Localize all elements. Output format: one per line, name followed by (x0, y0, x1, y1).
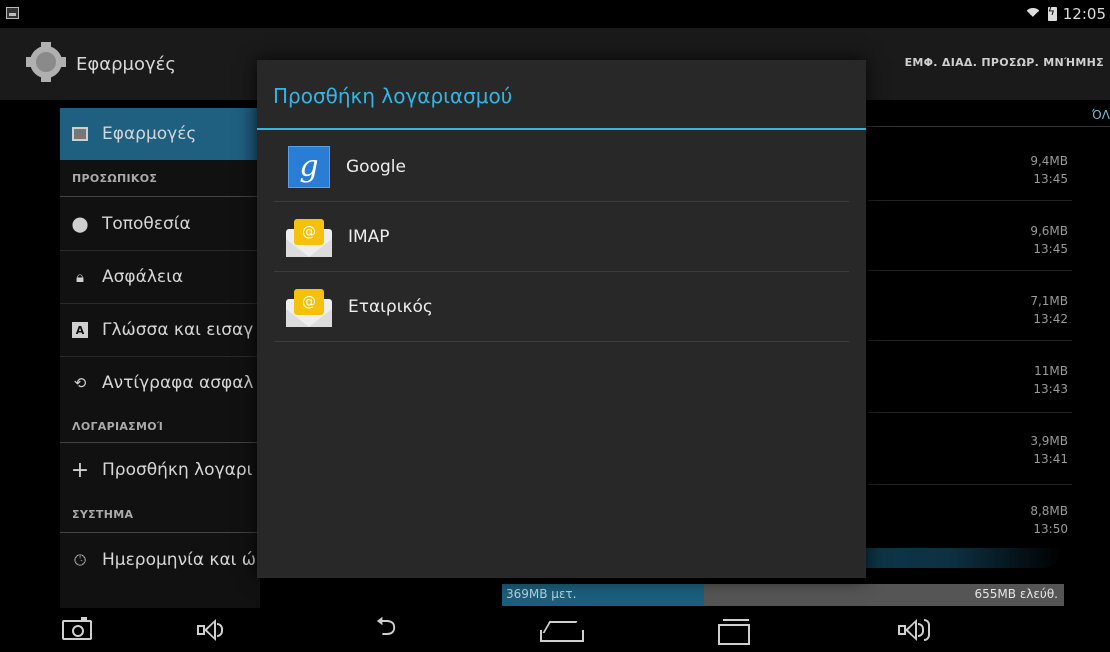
action-bar-tabs[interactable]: ΕΜΦ. ΔΙΑΔ. ΠΡΟΣΩΡ. ΜΝΉΜΗΣ (905, 56, 1104, 69)
dialog-title: Προσθήκη λογαριασμού (273, 84, 513, 108)
app-row-size: 9,6MB 13:45 (1030, 224, 1068, 256)
lock-icon: 🔒︎ (76, 268, 84, 286)
divider (868, 200, 1072, 201)
keyboard-letter-icon: A (72, 322, 88, 338)
volume-up-icon[interactable] (892, 614, 932, 646)
header-item-label: Εφαρμογές (102, 124, 197, 144)
section-divider (60, 532, 260, 533)
account-option-label: IMAP (348, 227, 390, 247)
home-icon[interactable] (538, 614, 584, 646)
divider (60, 250, 260, 251)
status-bar-right: 12:05 (1023, 5, 1106, 23)
account-option-label: Google (346, 157, 406, 177)
add-account-dialog: Προσθήκη λογαριασμού g Google @ IMAP @ Ε… (257, 60, 866, 578)
header-item-apps[interactable]: Εφαρμογές (60, 108, 260, 160)
volume-down-icon[interactable] (194, 614, 228, 646)
header-item-label: Προσθήκη λογαρι (102, 460, 253, 480)
status-bar: 12:05 (0, 0, 1110, 28)
app-row-size: 9,4MB 13:45 (1030, 154, 1068, 186)
tab-all[interactable]: ΌΛ (1092, 108, 1110, 122)
header-item-datetime[interactable]: 🕓︎ Ημερομηνία και ώ (60, 536, 260, 584)
settings-gear-icon[interactable] (26, 42, 66, 82)
storage-free-label: 655MB ελεύθ. (974, 587, 1058, 601)
clock-icon: 🕓︎ (74, 551, 86, 569)
account-option-label: Εταιρικός (348, 297, 433, 317)
backup-restore-icon: ⟲ (73, 374, 87, 392)
section-accounts: ΛΟΓΑΡΙΑΣΜΟΊ (72, 420, 164, 433)
tab-underline (862, 126, 1110, 127)
storage-used-label: 369MB μετ. (506, 587, 577, 601)
header-item-label: Τοποθεσία (102, 214, 191, 234)
header-item-label: Ημερομηνία και ώ (102, 550, 257, 570)
divider (868, 340, 1072, 341)
header-item-location[interactable]: ⬤ Τοποθεσία (60, 200, 260, 248)
header-item-backup[interactable]: ⟲ Αντίγραφα ασφαλ (60, 358, 260, 408)
email-icon: @ (286, 217, 332, 257)
header-item-security[interactable]: 🔒︎ Ασφάλεια (60, 252, 260, 302)
header-item-add-account[interactable]: + Προσθήκη λογαρι (60, 444, 260, 496)
divider (868, 484, 1072, 485)
app-row-size: 7,1MB 13:42 (1030, 294, 1068, 326)
header-item-label: Αντίγραφα ασφαλ (102, 373, 254, 393)
navigation-bar: ⮌ (0, 608, 1110, 652)
battery-charging-icon (1047, 5, 1057, 21)
apps-icon (72, 127, 88, 141)
screenshot-notification-icon (6, 7, 19, 19)
email-icon: @ (286, 287, 332, 327)
app-row-size: 8,8MB 13:50 (1030, 504, 1068, 536)
page-title: Εφαρμογές (76, 54, 176, 75)
header-item-language[interactable]: A Γλώσσα και εισαγ (60, 305, 260, 355)
section-divider (60, 196, 260, 197)
header-item-label: Γλώσσα και εισαγ (102, 320, 254, 340)
header-item-label: Ασφάλεια (102, 267, 184, 287)
section-personal: ΠΡΟΣΩΠΙΚΟΣ (72, 172, 158, 185)
divider (868, 412, 1072, 413)
divider (60, 356, 260, 357)
section-divider (60, 442, 260, 443)
section-system: ΣΥΣΤΗΜΑ (72, 508, 134, 521)
account-option-imap[interactable]: @ IMAP (274, 202, 849, 272)
wifi-icon (1023, 7, 1042, 21)
account-option-google[interactable]: g Google (274, 132, 849, 202)
divider (60, 303, 260, 304)
settings-header-list: Εφαρμογές ΠΡΟΣΩΠΙΚΟΣ ⬤ Τοποθεσία 🔒︎ Ασφά… (60, 108, 260, 608)
storage-bar: 369MB μετ. 655MB ελεύθ. (502, 584, 1064, 606)
divider (274, 341, 849, 342)
google-icon: g (288, 146, 330, 188)
clock: 12:05 (1062, 5, 1106, 23)
app-row-size: 11MB 13:43 (1033, 364, 1068, 396)
divider (868, 270, 1072, 271)
back-icon[interactable]: ⮌ (366, 612, 406, 646)
plus-icon: + (70, 457, 90, 483)
recent-apps-icon[interactable] (714, 614, 754, 646)
app-row-size: 3,9MB 13:41 (1030, 434, 1068, 466)
screenshot-camera-icon[interactable] (60, 614, 94, 646)
location-pin-icon: ⬤ (71, 215, 89, 233)
account-option-corporate[interactable]: @ Εταιρικός (274, 272, 849, 342)
dialog-title-divider (257, 128, 866, 130)
